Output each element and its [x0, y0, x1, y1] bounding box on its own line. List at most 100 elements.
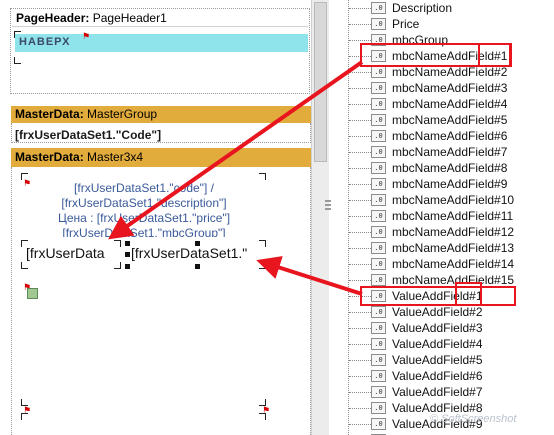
- watermark: © SoftScreenshot: [430, 413, 517, 425]
- tree-item-label: ValueAddField#3: [392, 321, 483, 335]
- numeric-field-icon: .0: [371, 18, 386, 30]
- tree-connector-line: [349, 200, 371, 201]
- page-header-band-title[interactable]: PageHeader: PageHeader1: [12, 10, 308, 27]
- tree-connector-line: [349, 40, 371, 41]
- tree-item-label: mbcNameAddField#7: [392, 145, 508, 159]
- splitter-grip-icon[interactable]: [325, 204, 331, 206]
- tree-item[interactable]: .0 mbcNameAddField#4: [333, 96, 554, 112]
- numeric-field-icon: .0: [371, 306, 386, 318]
- tree-item[interactable]: .0 ValueAddField#7: [333, 384, 554, 400]
- tree-item[interactable]: .0 mbcNameAddField#5: [333, 112, 554, 128]
- page-header-memo[interactable]: НАВЕРХ: [15, 34, 308, 52]
- highlight-box-value-add: [360, 286, 516, 306]
- tree-item-label: mbcNameAddField#13: [392, 241, 515, 255]
- tree-connector-line: [349, 232, 371, 233]
- tree-item-label: mbcNameAddField#8: [392, 161, 508, 175]
- tree-connector-line: [349, 72, 371, 73]
- designer-vertical-scrollbar[interactable]: [311, 0, 329, 435]
- tree-item-label: ValueAddField#4: [392, 337, 483, 351]
- tree-item-label: ValueAddField#7: [392, 385, 483, 399]
- tree-connector-line: [349, 280, 371, 281]
- tree-item[interactable]: .0 mbcNameAddField#10: [333, 192, 554, 208]
- splitter-grip-icon[interactable]: [325, 208, 331, 210]
- master3x4-type-label: MasterData:: [15, 150, 84, 164]
- tree-item[interactable]: .0 mbcNameAddField#3: [333, 80, 554, 96]
- name-add-field-memo[interactable]: [frxUserData: [26, 244, 118, 262]
- page-header-memo-text: НАВЕРХ: [19, 36, 71, 48]
- tree-item[interactable]: .0 mbcNameAddField#8: [333, 160, 554, 176]
- scrollbar-thumb[interactable]: [314, 2, 327, 162]
- tree-connector-line: [349, 168, 371, 169]
- master3x4-band-title[interactable]: MasterData: Master3x4: [11, 148, 311, 167]
- numeric-field-icon: .0: [371, 338, 386, 350]
- tree-item[interactable]: .0 ValueAddField#3: [333, 320, 554, 336]
- tree-item[interactable]: .0 mbcNameAddField#13: [333, 240, 554, 256]
- tree-connector-line: [349, 8, 371, 9]
- resize-handle-icon[interactable]: [125, 264, 130, 269]
- tree-item[interactable]: .0 mbcNameAddField#6: [333, 128, 554, 144]
- tree-connector-line: [349, 152, 371, 153]
- tree-item[interactable]: .0 ValueAddField#4: [333, 336, 554, 352]
- master-group-type-label: MasterData:: [15, 107, 84, 121]
- selection-corner-icon: [14, 57, 21, 64]
- tree-connector-line: [349, 184, 371, 185]
- tree-item-label: mbcNameAddField#4: [392, 97, 508, 111]
- resize-handle-icon[interactable]: [125, 252, 130, 257]
- value-add-field-memo[interactable]: [frxUserDataSet1.": [131, 244, 263, 262]
- tree-item[interactable]: .0 mbcNameAddField#11: [333, 208, 554, 224]
- tree-item[interactable]: .0 ValueAddField#6: [333, 368, 554, 384]
- tree-item-label: mbcNameAddField#10: [392, 193, 515, 207]
- tree-connector-line: [349, 264, 371, 265]
- tree-item[interactable]: .0 Price: [333, 16, 554, 32]
- tree-item-label: mbcNameAddField#12: [392, 225, 515, 239]
- numeric-field-icon: .0: [371, 210, 386, 222]
- tree-item[interactable]: .0 mbcNameAddField#9: [333, 176, 554, 192]
- numeric-field-icon: .0: [371, 178, 386, 190]
- numeric-field-icon: .0: [371, 370, 386, 382]
- resize-handle-icon[interactable]: [195, 264, 200, 269]
- tree-connector-line: [349, 424, 371, 425]
- picture-icon[interactable]: [27, 288, 38, 299]
- tree-item[interactable]: .0 ValueAddField#5: [333, 352, 554, 368]
- tree-item[interactable]: .0 mbcNameAddField#7: [333, 144, 554, 160]
- numeric-field-icon: .0: [371, 146, 386, 158]
- tree-item-label: mbcNameAddField#9: [392, 177, 508, 191]
- tree-item[interactable]: .0 Description: [333, 0, 554, 16]
- master3x4-name-label: Master3x4: [87, 150, 144, 164]
- tree-connector-line: [349, 312, 371, 313]
- screenshot-root: PageHeader: PageHeader1 НАВЕРХ ⚑ MasterD…: [0, 0, 554, 435]
- page-header-name-label: PageHeader1: [92, 11, 167, 25]
- memo-line-group: [frxUserDataSet1."mbcGroup"]: [62, 226, 226, 237]
- splitter-grip-icon[interactable]: [325, 200, 331, 202]
- tree-connector-line: [349, 216, 371, 217]
- master-group-code-field[interactable]: [frxUserDataSet1."Code"]: [15, 127, 161, 143]
- numeric-field-icon: .0: [371, 274, 386, 286]
- numeric-field-icon: .0: [371, 418, 386, 430]
- numeric-field-icon: .0: [371, 194, 386, 206]
- tree-connector-line: [349, 88, 371, 89]
- resize-handle-icon[interactable]: [125, 241, 130, 246]
- numeric-field-icon: .0: [371, 386, 386, 398]
- product-description-memo[interactable]: [frxUserDataSet1."code"] / [frxUserDataS…: [24, 179, 264, 237]
- selection-corner-icon: [259, 262, 266, 269]
- numeric-field-icon: .0: [371, 2, 386, 14]
- memo-line-code: [frxUserDataSet1."code"] /: [74, 181, 214, 195]
- numeric-field-icon: .0: [371, 66, 386, 78]
- tree-connector-line: [349, 328, 371, 329]
- tree-item[interactable]: .0 ValueAddField#2: [333, 304, 554, 320]
- report-designer-workspace[interactable]: PageHeader: PageHeader1 НАВЕРХ ⚑ MasterD…: [0, 0, 311, 435]
- tree-item[interactable]: .0 mbcNameAddField#14: [333, 256, 554, 272]
- tree-item-label: ValueAddField#2: [392, 305, 483, 319]
- tree-connector-line: [349, 120, 371, 121]
- name-add-field-text: [frxUserData: [26, 245, 105, 261]
- master-group-band-title[interactable]: MasterData: MasterGroup: [11, 106, 311, 123]
- tree-item-label: mbcNameAddField#5: [392, 113, 508, 127]
- tree-item-label: ValueAddField#6: [392, 369, 483, 383]
- tree-item[interactable]: .0 mbcNameAddField#12: [333, 224, 554, 240]
- tree-connector-line: [349, 24, 371, 25]
- numeric-field-icon: .0: [371, 82, 386, 94]
- highlight-box-value-add-index: [455, 282, 482, 306]
- tree-item-label: mbcNameAddField#6: [392, 129, 508, 143]
- selection-corner-icon: [21, 262, 28, 269]
- selection-corner-icon: [259, 413, 266, 420]
